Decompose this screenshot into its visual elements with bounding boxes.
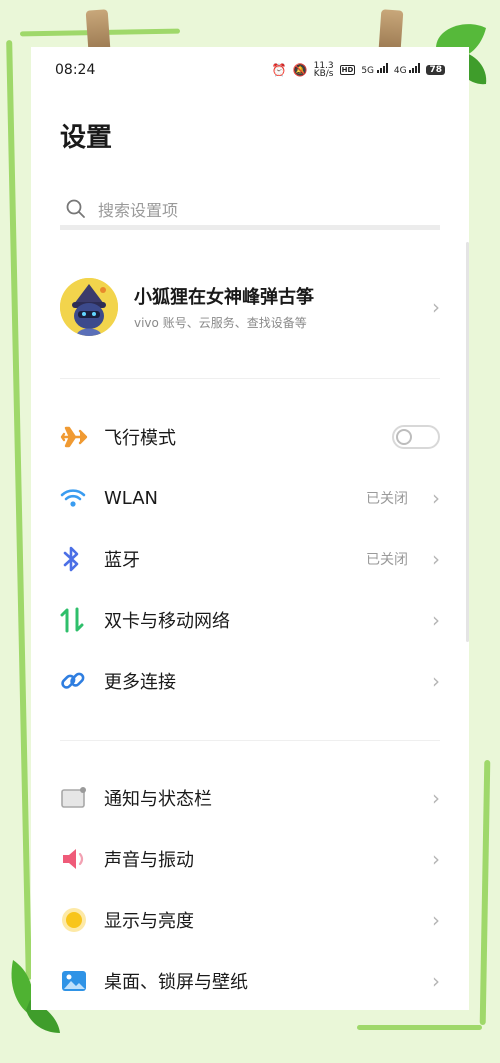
toggle-knob bbox=[396, 429, 412, 445]
divider bbox=[60, 378, 440, 379]
sound-icon bbox=[60, 843, 92, 875]
settings-item-label: 通知与状态栏 bbox=[104, 789, 212, 810]
airplane-mode-toggle[interactable] bbox=[392, 425, 440, 449]
bamboo-frame-right bbox=[479, 759, 491, 1026]
settings-item-airplane-mode[interactable]: 飞行模式 bbox=[60, 407, 440, 467]
chevron-right-icon: › bbox=[432, 669, 440, 693]
chevron-right-icon: › bbox=[432, 486, 440, 510]
chevron-right-icon: › bbox=[432, 969, 440, 993]
airplane-icon bbox=[60, 421, 92, 453]
settings-item-label: 桌面、锁屏与壁纸 bbox=[104, 972, 248, 993]
settings-item-value: 已关闭 bbox=[366, 552, 408, 568]
wifi-icon bbox=[60, 482, 92, 514]
settings-item-label: WLAN bbox=[104, 487, 159, 509]
bamboo-frame-bottom bbox=[357, 1025, 482, 1030]
signal-4g: 4G bbox=[394, 63, 421, 76]
signal-4g-label: 4G bbox=[393, 66, 407, 76]
search-bar[interactable]: 搜索设置项 bbox=[60, 192, 440, 230]
chevron-right-icon: › bbox=[432, 295, 440, 319]
settings-item-display[interactable]: 显示与亮度 › bbox=[60, 890, 440, 950]
avatar bbox=[60, 278, 118, 336]
settings-item-label: 显示与亮度 bbox=[104, 911, 194, 932]
clip-decoration bbox=[378, 9, 404, 51]
link-icon bbox=[60, 665, 92, 697]
settings-item-label: 飞行模式 bbox=[104, 428, 176, 449]
settings-item-more-connections[interactable]: 更多连接 › bbox=[60, 651, 440, 711]
account-name: 小狐狸在女神峰弹古筝 bbox=[134, 287, 314, 308]
brightness-icon bbox=[60, 904, 92, 936]
search-placeholder: 搜索设置项 bbox=[98, 200, 179, 220]
status-time: 08:24 bbox=[55, 61, 96, 78]
net-speed: 11.3 KB/s bbox=[313, 61, 334, 79]
dual-sim-icon bbox=[60, 604, 92, 636]
settings-item-notifications[interactable]: 通知与状态栏 › bbox=[60, 768, 440, 828]
signal-bars-icon bbox=[409, 63, 421, 73]
net-speed-unit: KB/s bbox=[313, 68, 334, 79]
settings-item-label: 声音与振动 bbox=[104, 850, 194, 871]
divider bbox=[60, 740, 440, 741]
chevron-right-icon: › bbox=[432, 908, 440, 932]
avatar-character-icon bbox=[60, 278, 118, 336]
status-icons: ⏰ 🔕 11.3 KB/s HD 5G 4G 78 bbox=[271, 61, 445, 79]
status-bar: 08:24 ⏰ 🔕 11.3 KB/s HD 5G 4G 78 bbox=[31, 47, 469, 92]
chevron-right-icon: › bbox=[432, 786, 440, 810]
chevron-right-icon: › bbox=[432, 608, 440, 632]
wallpaper-icon bbox=[60, 965, 92, 997]
scrollbar[interactable] bbox=[466, 242, 469, 642]
notification-icon bbox=[60, 782, 92, 814]
clip-decoration bbox=[85, 9, 111, 51]
phone-screen: 08:24 ⏰ 🔕 11.3 KB/s HD 5G 4G 78 设置 搜索设置项 bbox=[31, 47, 469, 1010]
signal-bars-icon bbox=[376, 63, 388, 73]
alarm-icon: ⏰ bbox=[271, 62, 287, 77]
settings-item-bluetooth[interactable]: 蓝牙 已关闭 › bbox=[60, 529, 440, 589]
signal-5g-label: 5G bbox=[361, 66, 375, 76]
settings-item-value: 已关闭 bbox=[366, 491, 408, 507]
account-subtitle: vivo 账号、云服务、查找设备等 bbox=[134, 316, 307, 330]
settings-item-wlan[interactable]: WLAN 已关闭 › bbox=[60, 468, 440, 528]
chevron-right-icon: › bbox=[432, 547, 440, 571]
bamboo-frame-left bbox=[6, 40, 32, 980]
signal-5g: 5G bbox=[361, 63, 388, 76]
settings-item-sound[interactable]: 声音与振动 › bbox=[60, 829, 440, 889]
chevron-right-icon: › bbox=[432, 847, 440, 871]
account-info: 小狐狸在女神峰弹古筝 vivo 账号、云服务、查找设备等 bbox=[134, 283, 420, 331]
bluetooth-icon bbox=[60, 543, 92, 575]
settings-item-label: 蓝牙 bbox=[104, 550, 140, 571]
battery-icon: 78 bbox=[426, 64, 445, 75]
settings-item-label: 双卡与移动网络 bbox=[104, 611, 230, 632]
settings-item-wallpaper[interactable]: 桌面、锁屏与壁纸 › bbox=[60, 951, 440, 1010]
search-icon bbox=[66, 199, 85, 218]
settings-item-dual-sim[interactable]: 双卡与移动网络 › bbox=[60, 590, 440, 650]
page-title: 设置 bbox=[60, 123, 113, 153]
mute-icon: 🔕 bbox=[292, 62, 308, 77]
hd-icon: HD bbox=[339, 64, 356, 75]
settings-item-label: 更多连接 bbox=[104, 672, 176, 693]
account-card[interactable]: 小狐狸在女神峰弹古筝 vivo 账号、云服务、查找设备等 › bbox=[60, 275, 440, 339]
